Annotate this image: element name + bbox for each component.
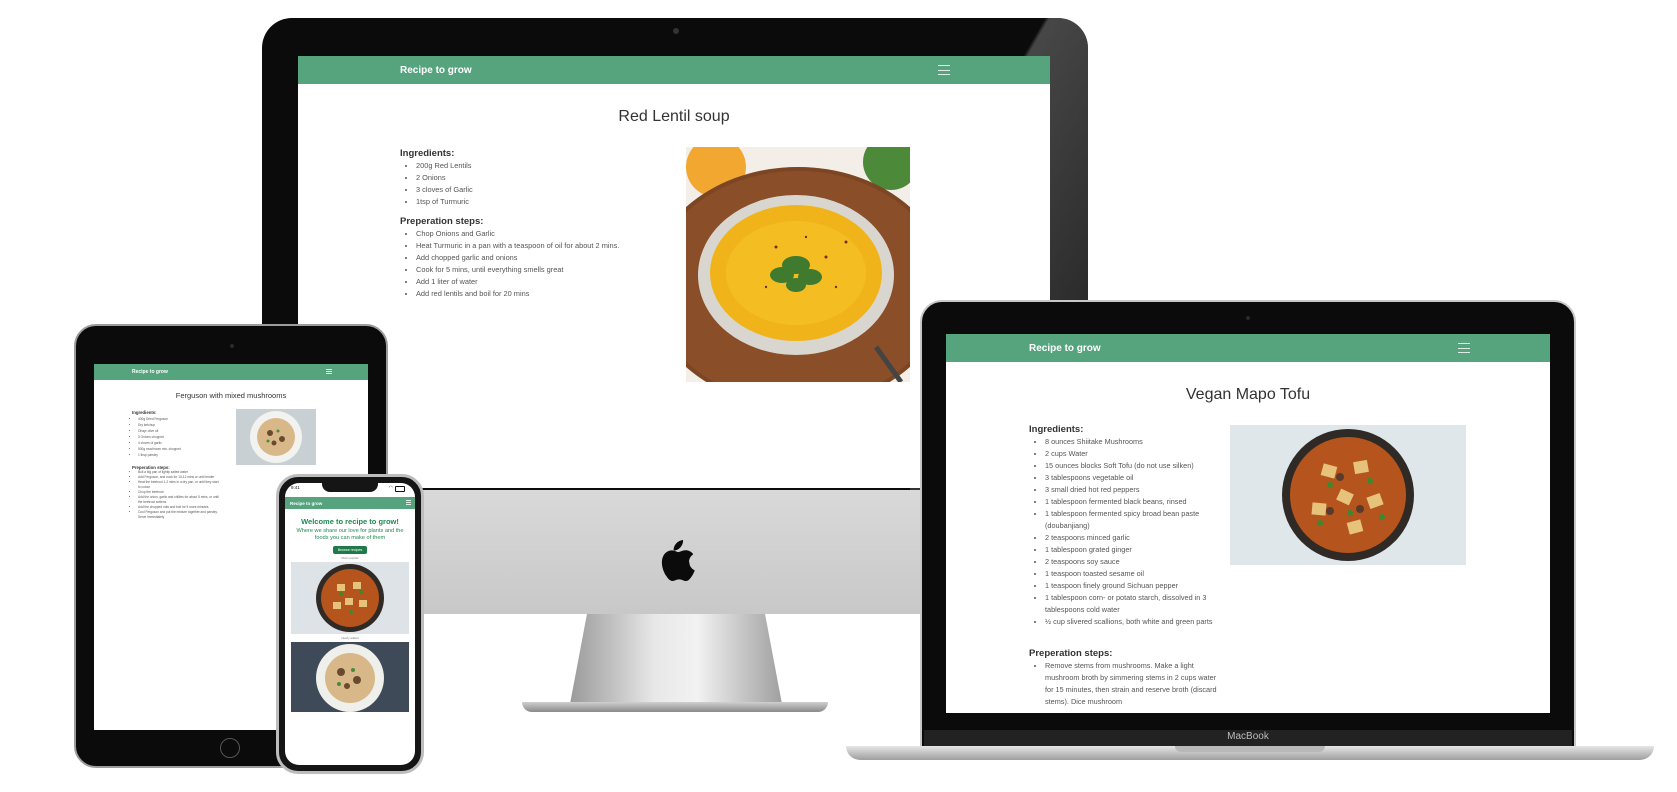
status-bar: 9:41 ◠ — [291, 485, 411, 493]
list-item: 1 tablespoon fermented spicy broad bean … — [1045, 508, 1219, 532]
list-item: 200g Red Lentils — [416, 160, 630, 172]
laptop-camera — [1246, 316, 1250, 320]
list-item: 15 ounces blocks Soft Tofu (do not use s… — [1045, 460, 1219, 472]
pasta-mushroom-image — [236, 409, 316, 465]
list-item: Add 1 liter of water — [416, 276, 630, 288]
hamburger-menu-icon[interactable] — [938, 65, 950, 75]
navbar: Recipe to grow — [946, 334, 1550, 362]
ingredients-section: Ingredients: 8 ounces Shiitake Mushrooms… — [1029, 424, 1219, 628]
list-item: Add chopped garlic and onions — [416, 252, 630, 264]
list-item: 1tsp of Turmuric — [416, 196, 630, 208]
hamburger-menu-icon[interactable] — [326, 369, 332, 374]
ingredients-section: Ingredients: 200g Red Lentils 2 Onions 3… — [400, 148, 630, 208]
phone-screen: Recipe to grow Welcome to recipe to grow… — [285, 483, 415, 765]
welcome-subtitle: Where we share our love for plants and t… — [296, 528, 404, 541]
navbar: Recipe to grow — [94, 364, 368, 380]
ingredients-section: Ingredients: 400g Dried Ferguson Dry ket… — [132, 410, 222, 458]
list-item: Remove stems from mushrooms. Make a ligh… — [1045, 660, 1219, 708]
imac-foot — [522, 702, 828, 712]
list-item: Chop Onions and Garlic — [416, 228, 630, 240]
list-item: 2 teaspoons soy sauce — [1045, 556, 1219, 568]
list-item: 3 small dried hot red peppers — [1045, 484, 1219, 496]
mapo-tofu-image — [1230, 425, 1466, 565]
steps-list: Chop Onions and Garlic Heat Turmuric in … — [400, 228, 630, 300]
imac-camera — [673, 28, 679, 34]
wifi-icon: ◠ — [388, 485, 393, 491]
list-item: Heat Turmuric in a pan with a teaspoon o… — [416, 240, 630, 252]
ingredients-list: 8 ounces Shiitake Mushrooms 2 cups Water… — [1029, 436, 1219, 628]
steps-heading: Preperation steps: — [1029, 648, 1113, 659]
laptop-screen: Recipe to grow Vegan Mapo Tofu Ingredien… — [946, 334, 1550, 713]
lentil-soup-image — [686, 147, 910, 382]
brand-link[interactable]: Recipe to grow — [290, 501, 322, 506]
apple-logo-icon — [661, 540, 695, 582]
navbar: Recipe to grow — [298, 56, 1050, 84]
image-caption: Newly added — [341, 636, 359, 640]
brand-link[interactable]: Recipe to grow — [132, 369, 168, 375]
list-item: ½ cup slivered scallions, both white and… — [1045, 616, 1219, 628]
device-label: MacBook — [1227, 731, 1269, 742]
list-item: 1 teaspoon toasted sesame oil — [1045, 568, 1219, 580]
brand-link[interactable]: Recipe to grow — [400, 65, 472, 76]
list-item: Cool Ferguson and put the mixture togeth… — [138, 510, 222, 520]
laptop-notch — [1175, 746, 1325, 752]
hamburger-menu-icon[interactable] — [1458, 343, 1470, 353]
tablet-home-button[interactable] — [220, 738, 240, 758]
brand-link[interactable]: Recipe to grow — [1029, 343, 1101, 354]
page-title: Red Lentil soup — [618, 108, 730, 125]
steps-section: Preperation steps: Remove stems from mus… — [1029, 648, 1219, 708]
page-title: Ferguson with mixed mushrooms — [175, 391, 287, 400]
ingredients-list: 200g Red Lentils 2 Onions 3 cloves of Ga… — [400, 160, 630, 208]
steps-heading: Preperation steps: — [400, 216, 484, 227]
ingredients-heading: Ingredients: — [400, 148, 455, 159]
list-item: 1 tablespoon corn- or potato starch, dis… — [1045, 592, 1219, 616]
steps-section: Preperation steps: Chop Onions and Garli… — [400, 216, 630, 300]
pasta-mushroom-thumbnail[interactable] — [291, 642, 409, 712]
list-item: Add the onion, garlic and chillies for a… — [138, 495, 222, 505]
navbar: Recipe to grow — [285, 497, 415, 509]
list-item: Cook for 5 mins, until everything smells… — [416, 264, 630, 276]
steps-list: Remove stems from mushrooms. Make a ligh… — [1029, 660, 1219, 708]
list-item: 3 tablespoons vegetable oil — [1045, 472, 1219, 484]
list-item: Add red lentils and boil for 20 mins — [416, 288, 630, 300]
list-item: 2 Onions — [416, 172, 630, 184]
mapo-tofu-thumbnail[interactable] — [291, 562, 409, 634]
list-item: 1 tablespoon fermented black beans, rins… — [1045, 496, 1219, 508]
battery-icon — [395, 486, 405, 492]
welcome-heading: Welcome to recipe to grow! — [301, 517, 399, 526]
ingredients-list: 400g Dried Ferguson Dry ketchup Ohayr ol… — [132, 416, 222, 458]
list-item: 3 cloves of Garlic — [416, 184, 630, 196]
status-time: 9:41 — [291, 485, 300, 490]
tablet-camera — [230, 344, 234, 348]
list-item: 1 tablespoon grated ginger — [1045, 544, 1219, 556]
imac-stand — [570, 614, 782, 704]
hamburger-menu-icon[interactable] — [406, 500, 411, 505]
list-item: 2 cups Water — [1045, 448, 1219, 460]
list-item: Heat the beetroot 1-2 mins in a dry pan,… — [138, 480, 222, 490]
list-item: 1 teaspoon finely ground Sichuan pepper — [1045, 580, 1219, 592]
list-item: 1 tbsp parsley — [138, 452, 222, 458]
ingredients-heading: Ingredients: — [1029, 424, 1084, 435]
image-caption: Most popular — [341, 556, 359, 560]
browse-recipes-button[interactable]: Browse recipes — [333, 546, 367, 554]
steps-list: Boil a big pan of lightly salted water A… — [132, 470, 222, 520]
list-item: 8 ounces Shiitake Mushrooms — [1045, 436, 1219, 448]
page-title: Vegan Mapo Tofu — [1185, 386, 1311, 403]
steps-section: Preperation steps: Boil a big pan of lig… — [132, 465, 222, 520]
list-item: 2 teaspoons minced garlic — [1045, 532, 1219, 544]
